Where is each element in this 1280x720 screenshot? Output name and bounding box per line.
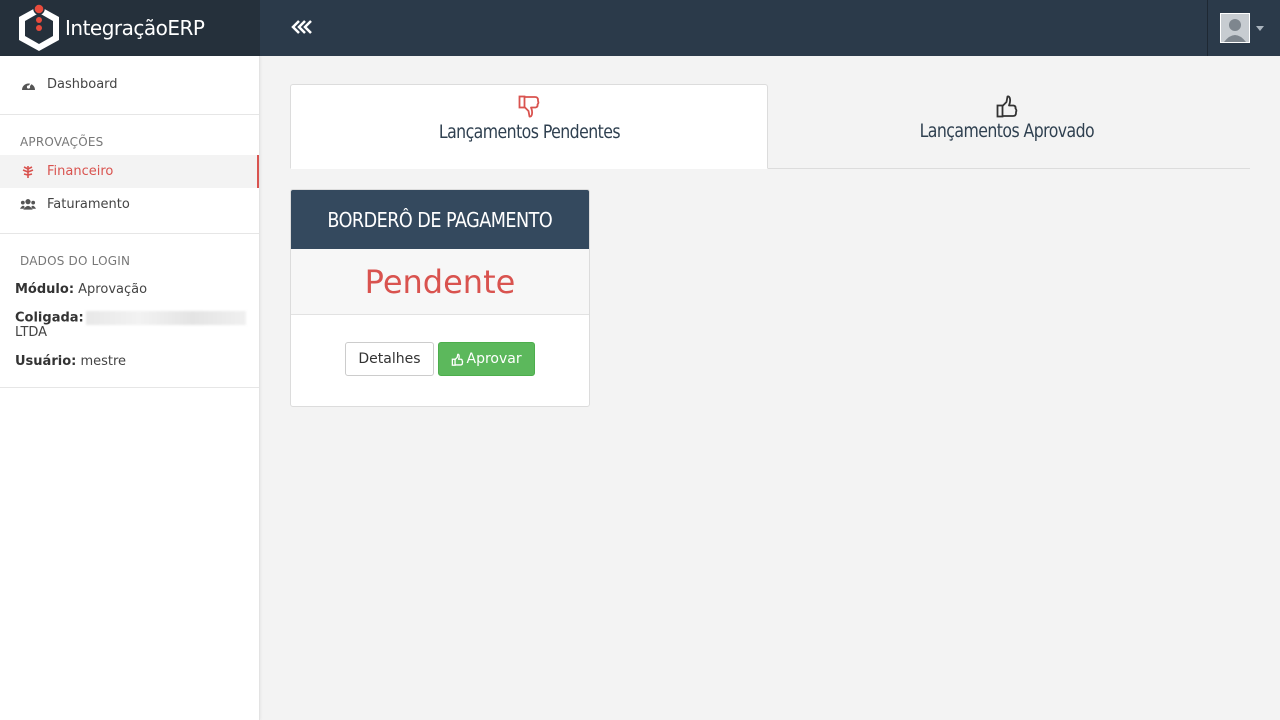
sidebar-item-label: Financeiro xyxy=(47,164,114,179)
details-button[interactable]: Detalhes xyxy=(345,342,434,376)
login-company: Coligada: LTDA xyxy=(0,311,259,340)
tab-label: Lançamentos Aprovado xyxy=(919,120,1095,142)
approvals-heading: APROVAÇÕES xyxy=(20,135,104,149)
sidebar-item-financeiro[interactable]: Financeiro xyxy=(0,155,259,188)
sidebar: Dashboard APROVAÇÕES Financeiro Faturame… xyxy=(0,56,260,720)
company-value: LTDA xyxy=(15,324,48,340)
users-icon xyxy=(20,198,36,212)
chevron-down-icon xyxy=(1256,25,1264,31)
thumbs-down-icon xyxy=(291,95,767,121)
avatar xyxy=(1220,13,1250,43)
tab-approved[interactable]: Lançamentos Aprovado xyxy=(768,84,1246,169)
brand[interactable]: IntegraçãoERP xyxy=(0,0,260,56)
thumbs-up-icon xyxy=(768,94,1246,120)
dashboard-gauge-icon xyxy=(20,78,36,92)
sidebar-item-dashboard[interactable]: Dashboard xyxy=(0,68,259,101)
tab-pending[interactable]: Lançamentos Pendentes xyxy=(290,84,768,169)
approve-button-label: Aprovar xyxy=(466,351,522,367)
login-user: Usuário: mestre xyxy=(0,354,259,369)
sidebar-item-faturamento[interactable]: Faturamento xyxy=(0,188,259,221)
approve-button[interactable]: Aprovar xyxy=(437,342,535,376)
user-value: mestre xyxy=(80,353,127,369)
brand-name: IntegraçãoERP xyxy=(65,16,205,40)
tab-bar: Lançamentos Pendentes Lançamentos Aprova… xyxy=(290,84,1250,169)
payment-card: BORDERÔ DE PAGAMENTO Pendente Detalhes A… xyxy=(290,189,590,407)
login-heading: DADOS DO LOGIN xyxy=(20,254,131,268)
module-label: Módulo: xyxy=(15,282,75,297)
tab-label: Lançamentos Pendentes xyxy=(438,121,620,143)
company-label: Coligada: xyxy=(15,310,84,326)
sidebar-item-label: Faturamento xyxy=(47,197,130,212)
card-title: BORDERÔ DE PAGAMENTO xyxy=(291,190,589,249)
user-menu[interactable] xyxy=(1207,0,1280,56)
card-title-text: BORDERÔ DE PAGAMENTO xyxy=(327,207,553,232)
redacted-company-name xyxy=(85,311,246,325)
module-value: Aprovação xyxy=(78,282,148,297)
thumbs-up-icon xyxy=(451,353,463,366)
top-navbar: IntegraçãoERP xyxy=(0,0,1280,56)
sidebar-item-label: Dashboard xyxy=(47,77,118,92)
leaf-icon xyxy=(20,165,36,179)
user-label: Usuário: xyxy=(15,353,77,369)
sidebar-toggle-button[interactable] xyxy=(290,16,312,40)
double-chevron-left-icon xyxy=(291,20,312,34)
user-avatar-icon xyxy=(1221,14,1249,42)
logo-icon xyxy=(15,3,63,53)
card-actions: Detalhes Aprovar xyxy=(291,315,589,406)
status-badge: Pendente xyxy=(291,249,589,315)
login-module: Módulo: Aprovação xyxy=(0,282,259,297)
